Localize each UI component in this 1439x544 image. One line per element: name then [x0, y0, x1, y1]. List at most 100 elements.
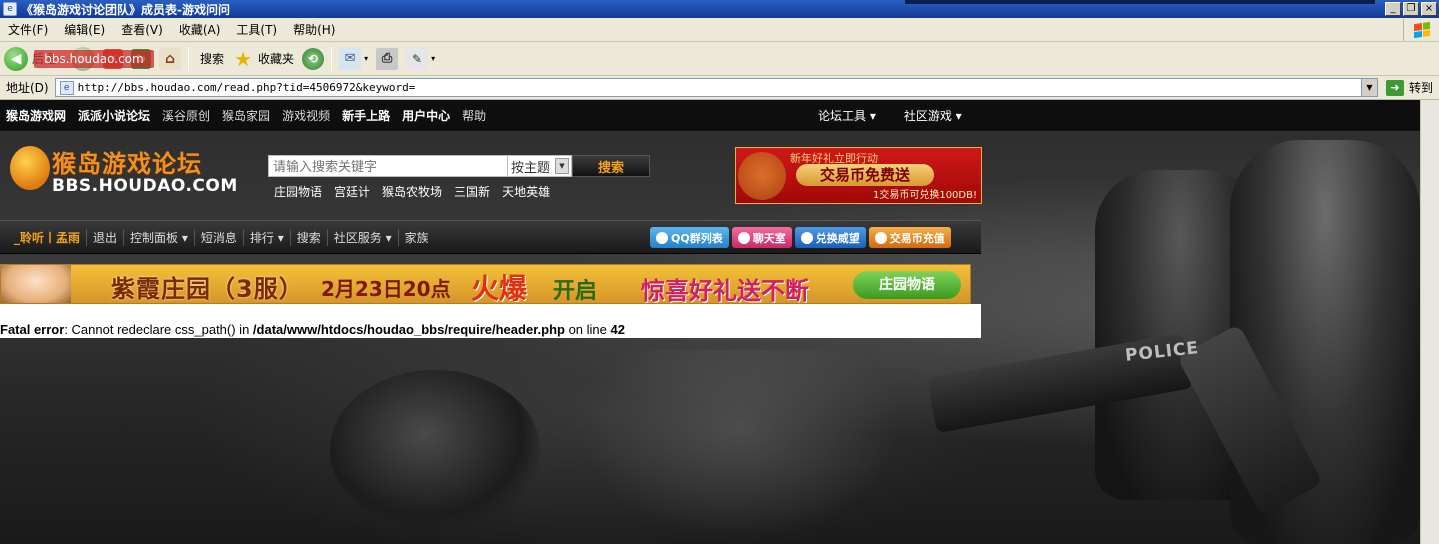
ie-page-icon: e [3, 2, 17, 16]
banner-gifts: 惊喜好礼送不断 [641, 277, 809, 304]
hotlink-4[interactable]: 三国新 [454, 183, 490, 200]
nav-newbie[interactable]: 新手上路 [336, 107, 396, 124]
mail-dropdown-icon[interactable]: ▾ [364, 54, 368, 63]
promo-banner-top[interactable]: 新年好礼立即行动 交易币免费送 1交易币可兑换100DB! [735, 147, 982, 204]
favorites-label: 收藏夹 [258, 52, 295, 66]
web-page: POLICE 猴岛游戏网 派派小说论坛 溪谷原创 猴岛家园 游戏视频 新手上路 … [0, 100, 1420, 544]
chevron-down-icon: ▼ [555, 158, 569, 174]
nav-user-center[interactable]: 用户中心 [396, 107, 456, 124]
go-label: 转到 [1408, 81, 1433, 95]
windows-logo-icon [1403, 18, 1439, 41]
logo-cn: 猴岛游戏论坛 [52, 150, 202, 178]
menu-file[interactable]: 文件(F) [0, 21, 56, 38]
promo-line-3: 1交易币可兑换100DB! [872, 190, 977, 201]
home-button[interactable]: ⌂ [155, 44, 185, 74]
print-button[interactable]: ⎙ [372, 44, 402, 74]
logo-en: BBS.HOUDAO.COM [52, 176, 238, 196]
chat-room-button[interactable]: 聊天室 [731, 227, 792, 248]
dollar-icon [874, 231, 887, 244]
vertical-scrollbar[interactable] [1420, 100, 1439, 544]
mail-button[interactable]: ✉ ▾ [335, 44, 372, 74]
nav-forum-tools[interactable]: 论坛工具 ▾ [804, 107, 890, 124]
php-error-box: Fatal error: Cannot redeclare css_path()… [0, 304, 981, 338]
nav-novel-forum[interactable]: 派派小说论坛 [72, 107, 156, 124]
menu-view[interactable]: 查看(V) [113, 21, 171, 38]
banner-game-logo: 庄园物语 [853, 271, 961, 299]
monkey-mascot-icon [10, 146, 50, 190]
promo-line-2: 交易币免费送 [796, 164, 934, 186]
star-icon: ★ [234, 46, 253, 71]
menu-tools[interactable]: 工具(T) [228, 21, 285, 38]
exchange-arrow-icon [800, 231, 813, 244]
nav-video[interactable]: 游戏视频 [276, 107, 336, 124]
site-search: 按主题 ▼ 搜索 [268, 155, 650, 177]
address-label: 地址(D) [6, 81, 49, 95]
address-dropdown-icon[interactable]: ▼ [1360, 79, 1377, 96]
page-icon: e [59, 80, 74, 95]
community-services-link[interactable]: 社区服务 ▾ [328, 228, 399, 246]
address-url[interactable]: http://bbs.houdao.com/read.php?tid=45069… [78, 81, 1361, 94]
family-link[interactable]: 家族 [399, 229, 435, 246]
edit-button[interactable]: ✎ ▾ [402, 44, 439, 74]
menu-help[interactable]: 帮助(H) [285, 21, 343, 38]
search-type-value: 按主题 [511, 160, 551, 176]
banner-open: 开启 [553, 279, 598, 304]
logout-link[interactable]: 退出 [87, 228, 125, 246]
go-arrow-icon: ➜ [1385, 79, 1404, 96]
mail-icon: ✉ [339, 47, 362, 70]
banner-server-name: 紫霞庄园（3服） [111, 275, 304, 303]
hotlink-2[interactable]: 宫廷计 [334, 183, 370, 200]
anime-girl-art [1, 265, 71, 303]
nav-help[interactable]: 帮助 [456, 107, 492, 124]
control-panel-link[interactable]: 控制面板 ▾ [124, 228, 195, 246]
site-search-input[interactable] [268, 155, 508, 177]
promo-banner-middle[interactable]: 紫霞庄园（3服） 2月23日20点 火爆 开启 惊喜好礼送不断 庄园物语 [0, 264, 971, 304]
menu-bar: 文件(F) 编辑(E) 查看(V) 收藏(A) 工具(T) 帮助(H) [0, 18, 1439, 42]
ranking-link[interactable]: 排行 ▾ [244, 228, 291, 246]
currency-recharge-button[interactable]: 交易币充值 [868, 227, 951, 248]
edit-icon: ✎ [406, 47, 429, 70]
address-input[interactable]: e http://bbs.houdao.com/read.php?tid=450… [54, 78, 1378, 97]
search-button[interactable]: ⚲ 搜索 [192, 44, 286, 119]
php-error-message: Fatal error: Cannot redeclare css_path()… [0, 322, 625, 337]
search-label: 搜索 [200, 52, 225, 66]
qq-group-list-button[interactable]: QQ群列表 [650, 227, 729, 248]
window-title: 《猴岛游戏讨论团队》成员表-游戏问问 [21, 2, 230, 17]
search-type-select[interactable]: 按主题 ▼ [508, 155, 572, 177]
back-arrow-icon: ◀ [4, 46, 28, 71]
banner-hot: 火爆 [471, 272, 528, 304]
nav-home[interactable]: 猴岛家园 [216, 107, 276, 124]
menu-edit[interactable]: 编辑(E) [56, 21, 113, 38]
forum-search-link[interactable]: 搜索 [291, 228, 328, 246]
history-icon: ⟲ [302, 47, 325, 70]
watermark: bbs.houdao.com [34, 50, 154, 68]
address-bar: 地址(D) e http://bbs.houdao.com/read.php?t… [0, 76, 1439, 100]
menu-favorites[interactable]: 收藏(A) [171, 21, 229, 38]
home-icon: ⌂ [159, 47, 182, 70]
banner-date: 2月23日20点 [321, 277, 451, 301]
chat-bubble-icon [737, 231, 750, 244]
hotlink-3[interactable]: 猴岛农牧场 [382, 183, 442, 200]
go-button[interactable]: ➜ 转到 [1378, 79, 1439, 96]
username-link[interactable]: _聆听丨孟雨 [0, 228, 88, 246]
nav-houdao[interactable]: 猴岛游戏网 [0, 107, 72, 124]
nav-xigu[interactable]: 溪谷原创 [156, 107, 216, 124]
hotlink-1[interactable]: 庄园物语 [274, 183, 322, 200]
background-figure [330, 370, 540, 530]
close-button[interactable]: × [1421, 2, 1437, 16]
qq-penguin-icon [656, 231, 668, 244]
restore-button[interactable]: ❐ [1403, 2, 1419, 16]
minimize-button[interactable]: _ [1385, 2, 1401, 16]
history-button[interactable]: ⟲ [298, 44, 328, 74]
site-search-button[interactable]: 搜索 [572, 155, 650, 177]
exchange-prestige-button[interactable]: 兑换威望 [794, 227, 866, 248]
nav-community-games[interactable]: 社区游戏 ▾ [890, 107, 976, 124]
favorites-button[interactable]: ★ 收藏夹 [228, 44, 298, 74]
messages-link[interactable]: 短消息 [195, 228, 244, 246]
forum-user-bar: _聆听丨孟雨 退出 控制面板 ▾ 短消息 排行 ▾ 搜索 社区服务 ▾ 家族 Q… [0, 220, 981, 254]
window-titlebar: e 《猴岛游戏讨论团队》成员表-游戏问问 _ ❐ × [0, 0, 1439, 18]
edit-dropdown-icon[interactable]: ▾ [431, 54, 435, 63]
hotlink-5[interactable]: 天地英雄 [502, 183, 550, 200]
site-logo[interactable]: 猴岛游戏论坛 BBS.HOUDAO.COM [10, 140, 237, 202]
hot-game-links: 庄园物语 宫廷计 猴岛农牧场 三国新 天地英雄 [274, 183, 562, 200]
